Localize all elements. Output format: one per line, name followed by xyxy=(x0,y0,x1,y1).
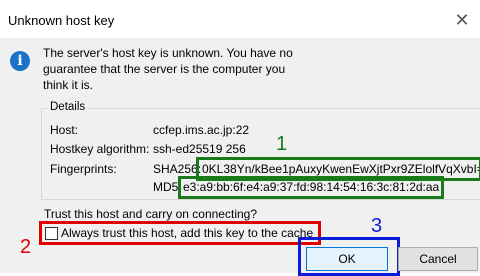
close-icon[interactable]: ✕ xyxy=(450,8,474,32)
cancel-button[interactable]: Cancel xyxy=(398,247,478,271)
always-trust-checkbox[interactable] xyxy=(45,227,58,240)
always-trust-label[interactable]: Always trust this host, add this key to … xyxy=(61,226,313,240)
annotation-box-fingerprint-md5 xyxy=(178,176,444,199)
details-legend: Details xyxy=(48,101,88,113)
message-text: The server's host key is unknown. You ha… xyxy=(43,46,293,92)
window-title: Unknown host key xyxy=(8,13,115,28)
host-label: Host: xyxy=(50,123,79,137)
host-value: ccfep.ims.ac.jp:22 xyxy=(153,123,250,137)
annotation-number-2: 2 xyxy=(20,236,32,258)
sha256-label: SHA256: xyxy=(153,162,202,176)
annotation-number-3: 3 xyxy=(371,215,383,237)
info-icon: i xyxy=(10,51,30,71)
annotation-number-1: 1 xyxy=(276,133,288,155)
annotation-box-ok xyxy=(298,237,400,276)
fingerprints-label: Fingerprints: xyxy=(50,162,117,176)
hostkey-algorithm-label: Hostkey algorithm: xyxy=(50,142,150,156)
hostkey-algorithm-value: ssh-ed25519 256 xyxy=(153,142,246,156)
trust-prompt: Trust this host and carry on connecting? xyxy=(44,207,257,221)
